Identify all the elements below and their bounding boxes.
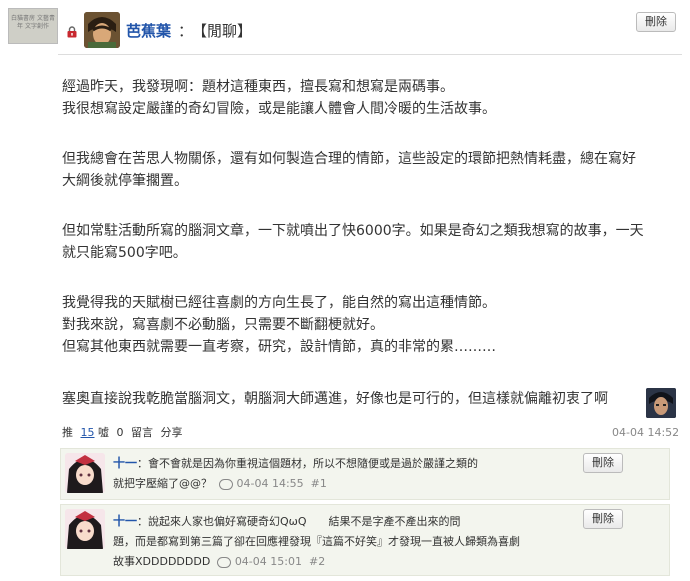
blog-badge-text: 白貓書房 文藝青年 文字創作 bbox=[11, 15, 55, 30]
post-line: 就只能寫500字吧。 bbox=[62, 245, 187, 261]
post-paragraph-5: 塞奧直接說我乾脆當腦洞文，朝腦洞大師邁進，好像也是可行的，但這樣就偏離初衷了啊 bbox=[62, 388, 608, 410]
commenter-name-link[interactable]: 十一 bbox=[113, 456, 137, 470]
delete-comment-button[interactable]: 刪除 bbox=[583, 509, 623, 529]
boo-button[interactable]: 噓 bbox=[98, 426, 109, 439]
commenter-avatar[interactable] bbox=[65, 453, 105, 493]
post-line: 大綱後就停筆擱置。 bbox=[62, 173, 188, 189]
author-name-link[interactable]: 芭蕉葉 bbox=[126, 20, 171, 41]
post-line: 對我來說，寫喜劇不必動腦，只需要不斷翻梗就好。 bbox=[62, 317, 384, 333]
comment-line: 題，而是都寫到第三篇了卻在回應裡發現『這篇不好笑』才發現一直被人歸類為喜劇 bbox=[113, 535, 520, 548]
post-line: 經過昨天，我發現啊：題材這種東西，擅長寫和想寫是兩碼事。 bbox=[62, 79, 454, 95]
commenter-name-link[interactable]: 十一 bbox=[113, 514, 137, 528]
reply-bubble-icon[interactable] bbox=[219, 478, 233, 490]
author-avatar[interactable] bbox=[84, 12, 120, 48]
comment-item: 十一：說起來人家也偏好寫硬奇幻QωQ 結果不是字產不產出來的問 題，而是都寫到第… bbox=[60, 504, 670, 576]
blog-badge-image[interactable]: 白貓書房 文藝青年 文字創作 bbox=[8, 8, 58, 44]
commenter-avatar[interactable] bbox=[65, 509, 105, 549]
comment-timestamp: 04-04 15:01 bbox=[234, 555, 302, 568]
push-count-link[interactable]: 15 bbox=[81, 426, 95, 439]
delete-comment-button[interactable]: 刪除 bbox=[583, 453, 623, 473]
lock-icon bbox=[67, 26, 77, 38]
post-action-bar: 推 15 噓 0 留言 分享 bbox=[62, 424, 187, 440]
comment-item: 十一：會不會就是因為你重視這個題材，所以不想隨便或是過於嚴謹之類的 就把字壓縮了… bbox=[60, 448, 670, 500]
post-paragraph-1: 經過昨天，我發現啊：題材這種東西，擅長寫和想寫是兩碼事。我很想寫設定嚴謹的奇幻冒… bbox=[62, 76, 496, 120]
comment-line: ：會不會就是因為你重視這個題材，所以不想隨便或是過於嚴謹之類的 bbox=[137, 457, 479, 470]
comment-floor: #2 bbox=[308, 555, 326, 568]
reply-bubble-icon[interactable] bbox=[217, 556, 232, 568]
post-line: 但寫其他東西就需要一直考察，研究，設計情節，真的非常的累……… bbox=[62, 339, 496, 355]
delete-post-button[interactable]: 刪除 bbox=[636, 12, 676, 32]
post-line: 但如常駐活動所寫的腦洞文章，一下就噴出了快6000字。如果是奇幻之類我想寫的故事… bbox=[62, 223, 644, 239]
post-paragraph-4: 我覺得我的天賦樹已經往喜劇的方向生長了，能自然的寫出這種情節。 對我來說，寫喜劇不… bbox=[62, 292, 496, 358]
boo-count: 0 bbox=[116, 426, 124, 439]
post-line: 我覺得我的天賦樹已經往喜劇的方向生長了，能自然的寫出這種情節。 bbox=[62, 295, 496, 311]
comment-line: 就把字壓縮了@@？ bbox=[113, 477, 212, 490]
post-line: 但我總會在苦思人物關係，還有如何製造合理的情節，這些設定的環節把熱情耗盡，總在寫… bbox=[62, 151, 636, 167]
share-button[interactable]: 分享 bbox=[161, 426, 183, 439]
post-paragraph-3: 但如常駐活動所寫的腦洞文章，一下就噴出了快6000字。如果是奇幻之類我想寫的故事… bbox=[62, 220, 644, 264]
sticker-image bbox=[646, 388, 676, 418]
post-paragraph-2: 但我總會在苦思人物關係，還有如何製造合理的情節，這些設定的環節把熱情耗盡，總在寫… bbox=[62, 148, 636, 192]
comment-button[interactable]: 留言 bbox=[131, 426, 153, 439]
title-separator: ： bbox=[178, 22, 194, 40]
comment-line: ：說起來人家也偏好寫硬奇幻QωQ 結果不是字產不產出來的問 bbox=[137, 515, 461, 528]
comment-text: 十一：說起來人家也偏好寫硬奇幻QωQ 結果不是字產不產出來的問 題，而是都寫到第… bbox=[113, 511, 520, 572]
post-line: 我很想寫設定嚴謹的奇幻冒險，或是能讓人體會人間冷暖的生活故事。 bbox=[62, 101, 496, 117]
post-line: 塞奧直接說我乾脆當腦洞文，朝腦洞大師邁進，好像也是可行的，但這樣就偏離初衷了啊 bbox=[62, 391, 608, 407]
comment-timestamp: 04-04 14:55 bbox=[236, 477, 304, 490]
header-divider bbox=[58, 54, 682, 55]
push-button[interactable]: 推 bbox=[62, 426, 73, 439]
comment-text: 十一：會不會就是因為你重視這個題材，所以不想隨便或是過於嚴謹之類的 就把字壓縮了… bbox=[113, 453, 478, 494]
comment-line: 故事XDDDDDDDD bbox=[113, 555, 211, 568]
post-timestamp: 04-04 14:52 bbox=[612, 426, 680, 439]
comment-floor: #1 bbox=[310, 477, 327, 490]
post-title: 【閒聊】 bbox=[192, 22, 253, 40]
